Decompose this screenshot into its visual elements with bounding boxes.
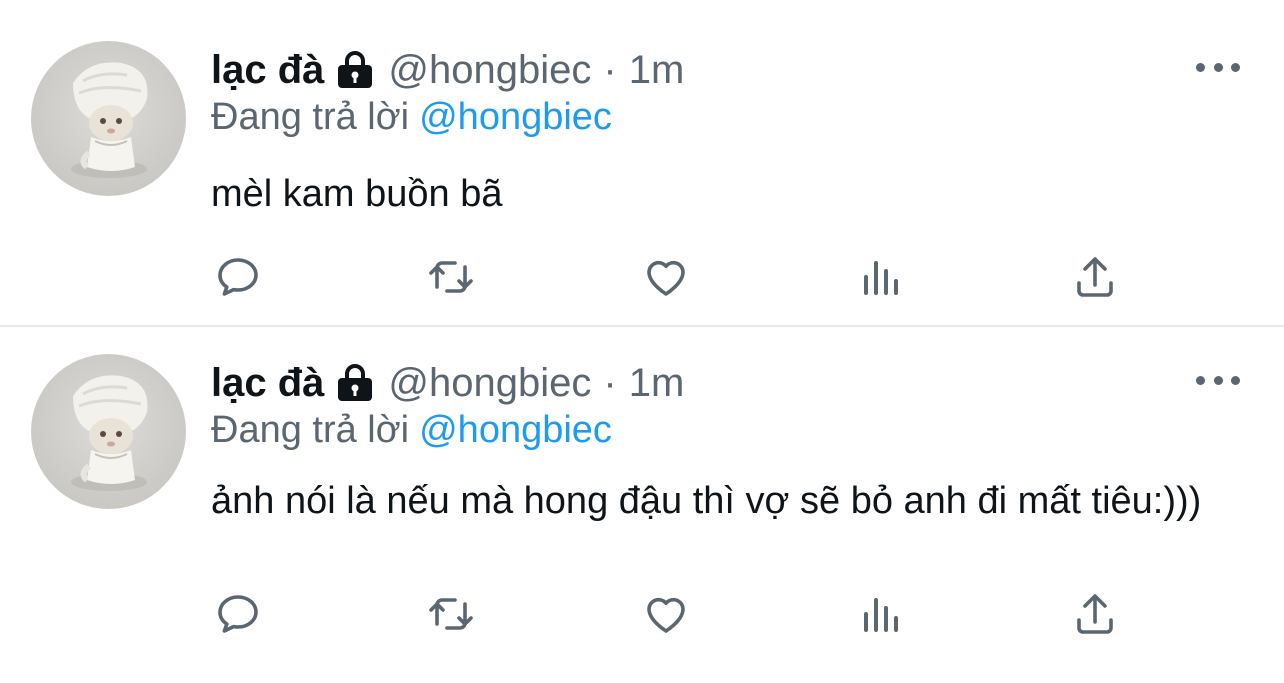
timestamp[interactable]: 1m <box>629 48 685 93</box>
timestamp[interactable]: 1m <box>629 361 685 406</box>
tweet-header: lạc đà @hongbiec · 1m <box>211 44 684 96</box>
replying-label: Đang trả lời <box>211 409 410 451</box>
author-name[interactable]: lạc đà <box>211 361 324 406</box>
tweet-text: ảnh nói là nếu mà hong đậu thì vợ sẽ bỏ … <box>211 480 1202 522</box>
reply-icon[interactable] <box>211 589 265 639</box>
replying-to-mention[interactable]: @hongbiec <box>419 409 612 451</box>
like-icon[interactable] <box>639 252 693 302</box>
replying-to-mention[interactable]: @hongbiec <box>419 96 612 138</box>
retweet-icon[interactable] <box>424 589 478 639</box>
avatar[interactable] <box>31 41 186 196</box>
share-icon[interactable] <box>1068 589 1122 639</box>
replying-label: Đang trả lời <box>211 96 410 138</box>
tweet[interactable]: lạc đà @hongbiec · 1m Đang trả lời @hongb… <box>0 327 1284 683</box>
author-handle[interactable]: @hongbiec <box>388 48 591 93</box>
tweet-header: lạc đà @hongbiec · 1m <box>211 357 684 409</box>
tweet[interactable]: lạc đà @hongbiec · 1m Đang trả lời @hongb… <box>0 0 1284 325</box>
retweet-icon[interactable] <box>424 252 478 302</box>
replying-to: Đang trả lời @hongbiec <box>211 96 612 139</box>
lock-icon <box>334 363 376 403</box>
separator: · <box>603 47 617 92</box>
tweet-text: mèl kam buồn bã <box>211 173 503 215</box>
analytics-icon[interactable] <box>853 589 907 639</box>
action-bar <box>211 252 1131 302</box>
more-icon[interactable] <box>1196 52 1240 82</box>
lock-icon <box>334 50 376 90</box>
author-handle[interactable]: @hongbiec <box>388 361 591 406</box>
share-icon[interactable] <box>1068 252 1122 302</box>
action-bar <box>211 589 1131 639</box>
analytics-icon[interactable] <box>853 252 907 302</box>
separator: · <box>603 360 617 405</box>
author-name[interactable]: lạc đà <box>211 48 324 93</box>
replying-to: Đang trả lời @hongbiec <box>211 409 612 452</box>
reply-icon[interactable] <box>211 252 265 302</box>
more-icon[interactable] <box>1196 365 1240 395</box>
avatar[interactable] <box>31 354 186 509</box>
like-icon[interactable] <box>639 589 693 639</box>
